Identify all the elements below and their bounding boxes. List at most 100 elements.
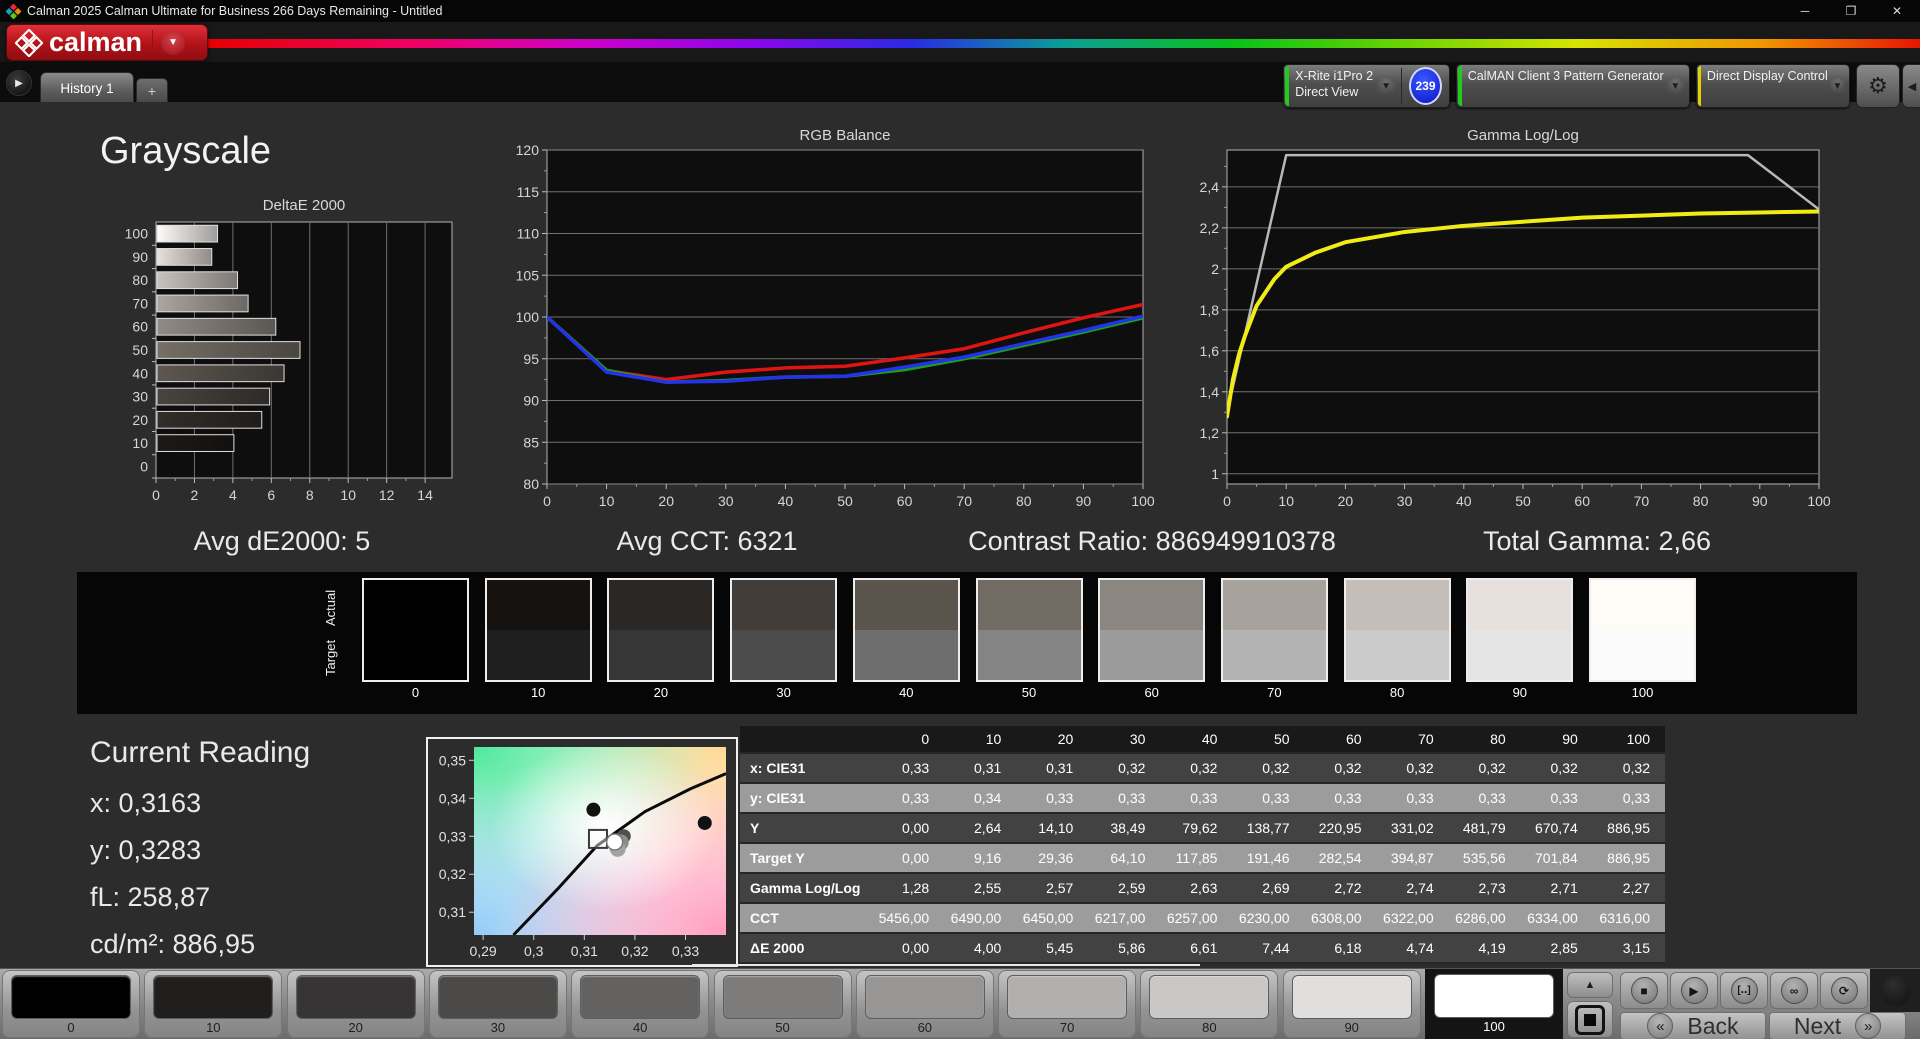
tab-history-1[interactable]: History 1 — [40, 72, 134, 103]
table-row: y: CIE31 0,33 0,34 0,33 0,33 0,33 0,33 0,33 0,33… — [740, 783, 1665, 814]
swatch-30 — [730, 578, 838, 682]
table-cell: 2,64 — [944, 813, 1017, 844]
pattern-button-60[interactable]: 60 — [855, 970, 994, 1038]
svg-text:20: 20 — [658, 493, 674, 509]
svg-text:2: 2 — [191, 487, 199, 503]
pattern-button-90[interactable]: 90 — [1282, 970, 1421, 1038]
svg-text:60: 60 — [1574, 493, 1590, 509]
table-cell: 9,16 — [944, 843, 1017, 874]
table-cell: 2,69 — [1232, 873, 1305, 904]
table-cell: 0,34 — [944, 783, 1017, 814]
svg-text:2,2: 2,2 — [1200, 220, 1220, 236]
panel-toggle-button[interactable]: ▶ — [6, 70, 32, 96]
table-cell: 64,10 — [1088, 843, 1161, 874]
pattern-window-button[interactable] — [1567, 1001, 1613, 1038]
swatch-50 — [975, 578, 1083, 682]
pattern-button-70[interactable]: 70 — [998, 970, 1137, 1038]
actual-color — [364, 580, 467, 630]
table-cell: 2,57 — [1016, 873, 1089, 904]
table-cell: 2,55 — [944, 873, 1017, 904]
minimize-button[interactable]: ─ — [1782, 0, 1828, 22]
table-cell: 6,18 — [1304, 933, 1377, 964]
pattern-label: 10 — [206, 1020, 221, 1035]
close-button[interactable]: ✕ — [1874, 0, 1920, 22]
row-label: Target Y — [740, 843, 873, 874]
pattern-button-100[interactable]: 100 — [1425, 969, 1563, 1039]
column-header — [740, 726, 873, 754]
svg-text:80: 80 — [523, 476, 539, 492]
title-bar: Calman 2025 Calman Ultimate for Business… — [0, 0, 1920, 22]
table-cell: 0,33 — [1232, 783, 1305, 814]
display-control-dropdown[interactable]: Direct Display Control ▼ — [1696, 64, 1850, 108]
pattern-button-40[interactable]: 40 — [571, 970, 710, 1038]
next-button[interactable]: Next » — [1769, 1012, 1906, 1039]
back-label: Back — [1687, 1012, 1739, 1039]
table-cell: 670,74 — [1520, 813, 1593, 844]
svg-text:20: 20 — [132, 412, 148, 428]
table-cell: 481,79 — [1448, 813, 1521, 844]
expand-toolbar-button[interactable]: ▲ — [1567, 972, 1613, 998]
table-cell: 6322,00 — [1376, 903, 1449, 934]
continuous-icon: ∞ — [1780, 977, 1808, 1004]
refresh-button[interactable]: ⟳ — [1820, 972, 1868, 1009]
svg-text:0: 0 — [152, 487, 160, 503]
current-reading-panel: Current Reading x: 0,3163 y: 0,3283 fL: … — [90, 736, 310, 976]
svg-text:30: 30 — [1397, 493, 1413, 509]
pattern-button-80[interactable]: 80 — [1140, 970, 1279, 1038]
pattern-swatch — [437, 975, 558, 1019]
pattern-button-10[interactable]: 10 — [144, 970, 283, 1038]
settings-gear-button[interactable]: ⚙ — [1856, 64, 1900, 108]
play-icon: ▶ — [1680, 977, 1708, 1004]
svg-text:60: 60 — [897, 493, 913, 509]
pattern-label: 90 — [1344, 1020, 1359, 1035]
stop-button[interactable]: ■ — [1620, 972, 1668, 1009]
svg-text:1: 1 — [1211, 466, 1219, 482]
table-cell: 6,61 — [1160, 933, 1233, 964]
continuous-button[interactable]: ∞ — [1770, 972, 1818, 1009]
svg-text:10: 10 — [132, 435, 148, 451]
svg-text:70: 70 — [1634, 493, 1650, 509]
svg-text:20: 20 — [1338, 493, 1354, 509]
pattern-label: 80 — [1202, 1020, 1217, 1035]
svg-text:Gamma Log/Log: Gamma Log/Log — [1467, 127, 1579, 144]
table-cell: 1,28 — [872, 873, 945, 904]
meter-count-badge[interactable]: 239 — [1409, 67, 1442, 105]
row-label: CCT — [740, 903, 873, 934]
target-color — [1100, 630, 1204, 680]
swatch-20 — [607, 578, 715, 682]
calman-menu-button[interactable]: calman ▼ — [6, 24, 208, 61]
reading-cdm2: cd/m²: 886,95 — [90, 929, 256, 959]
swatch-0 — [362, 578, 469, 682]
collapse-panel-button[interactable]: ◀ — [1902, 64, 1920, 108]
meter-dropdown[interactable]: X-Rite i1Pro 2 Direct View ▼ 239 — [1283, 64, 1450, 108]
swatch-60 — [1098, 578, 1206, 682]
table-cell: 886,95 — [1592, 813, 1665, 844]
svg-text:6: 6 — [267, 487, 275, 503]
pattern-button-0[interactable]: 0 — [2, 970, 140, 1038]
pattern-button-30[interactable]: 30 — [428, 970, 567, 1038]
svg-text:120: 120 — [516, 142, 540, 158]
window-controls: ─ ❐ ✕ — [1782, 0, 1920, 22]
target-color — [854, 630, 958, 680]
svg-text:8: 8 — [306, 487, 314, 503]
back-button[interactable]: « Back — [1620, 1012, 1766, 1039]
svg-text:10: 10 — [1278, 493, 1294, 509]
gamma-chart: Gamma Log/Log 1 1,2 1,4 1,6 1,8 2 2,2 2,4 0 10 20 30… — [1183, 126, 1833, 523]
page-title: Grayscale — [100, 130, 272, 172]
logo-caret-icon[interactable]: ▼ — [161, 30, 186, 55]
pattern-button-50[interactable]: 50 — [713, 970, 852, 1038]
pattern-label: 0 — [67, 1020, 75, 1035]
swatch-70 — [1220, 578, 1328, 682]
swatch-label: 70 — [1267, 685, 1282, 700]
add-tab-button[interactable]: + — [136, 78, 168, 104]
table-cell: 0,33 — [1016, 783, 1089, 814]
table-row: ΔE 2000 0,00 4,00 5,45 5,86 6,61 7,44 6,18 4,74 4… — [740, 933, 1665, 964]
play-button[interactable]: ▶ — [1670, 972, 1718, 1009]
pattern-swatch — [11, 975, 131, 1019]
swatch-label: 0 — [411, 685, 420, 700]
pattern-generator-dropdown[interactable]: CalMAN Client 3 Pattern Generator ▼ — [1456, 64, 1690, 108]
measure-button[interactable]: [‥] — [1720, 972, 1768, 1009]
pattern-button-20[interactable]: 20 — [286, 970, 425, 1038]
svg-text:95: 95 — [523, 351, 539, 367]
maximize-button[interactable]: ❐ — [1828, 0, 1874, 22]
